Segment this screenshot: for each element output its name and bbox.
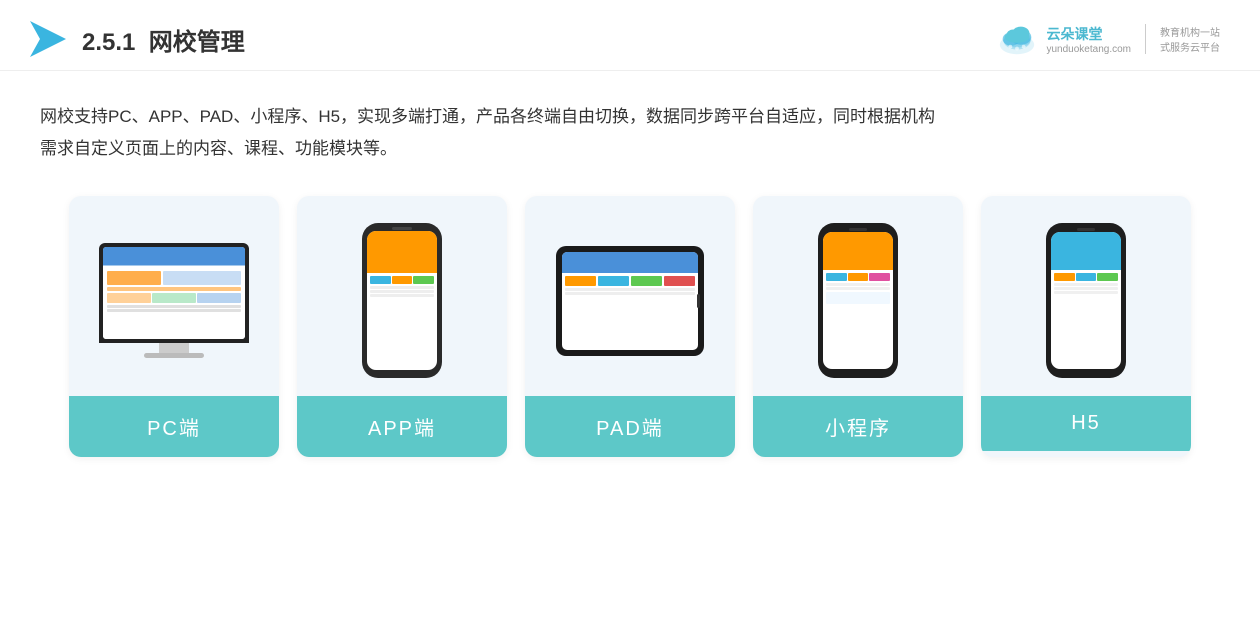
- pad-image-area: [525, 196, 735, 396]
- description-area: 网校支持PC、APP、PAD、小程序、H5，实现多端打通，产品各终端自由切换，数…: [0, 71, 1260, 176]
- device-card-app: APP端: [297, 196, 507, 457]
- h5-phone-mockup: [1046, 223, 1126, 378]
- pad-label: PAD端: [525, 396, 735, 457]
- device-card-h5: H5: [981, 196, 1191, 457]
- brand-logo: 云朵课堂 yunduoketang.com 教育机构一站 式服务云平台: [996, 18, 1220, 60]
- device-card-pad: PAD端: [525, 196, 735, 457]
- pc-mockup: [99, 243, 249, 358]
- device-cards-area: PC端: [0, 176, 1260, 487]
- h5-image-area: [981, 196, 1191, 396]
- brand-tagline1: 教育机构一站: [1160, 24, 1220, 39]
- pc-screen: [99, 243, 249, 343]
- header: 2.5.1 网校管理: [0, 0, 1260, 71]
- miniapp-label: 小程序: [753, 396, 963, 457]
- brand-tagline2: 式服务云平台: [1160, 39, 1220, 54]
- header-left: 2.5.1 网校管理: [30, 21, 245, 57]
- brand-cloud-icon: [996, 18, 1038, 60]
- brand-url: yunduoketang.com: [1046, 44, 1131, 55]
- h5-label: H5: [981, 396, 1191, 451]
- pc-label: PC端: [69, 396, 279, 457]
- description-text: 网校支持PC、APP、PAD、小程序、H5，实现多端打通，产品各终端自由切换，数…: [40, 101, 1220, 166]
- pc-image-area: [69, 196, 279, 396]
- page-title: 2.5.1 网校管理: [82, 22, 245, 57]
- pad-mockup: [556, 246, 704, 356]
- page-title-text: 网校管理: [149, 29, 245, 56]
- app-image-area: [297, 196, 507, 396]
- device-card-pc: PC端: [69, 196, 279, 457]
- header-right: 云朵课堂 yunduoketang.com 教育机构一站 式服务云平台: [996, 18, 1220, 60]
- miniapp-image-area: [753, 196, 963, 396]
- page-container: 2.5.1 网校管理: [0, 0, 1260, 630]
- brand-divider: [1145, 24, 1146, 54]
- app-phone-mockup: [362, 223, 442, 378]
- device-card-miniapp: 小程序: [753, 196, 963, 457]
- app-label: APP端: [297, 396, 507, 457]
- brand-name: 云朵课堂: [1046, 24, 1102, 44]
- brand-text-area: 云朵课堂 yunduoketang.com: [1046, 24, 1131, 55]
- brand-tagline-area: 教育机构一站 式服务云平台: [1160, 24, 1220, 54]
- miniapp-phone-mockup: [818, 223, 898, 378]
- logo-arrow-icon: [30, 21, 66, 57]
